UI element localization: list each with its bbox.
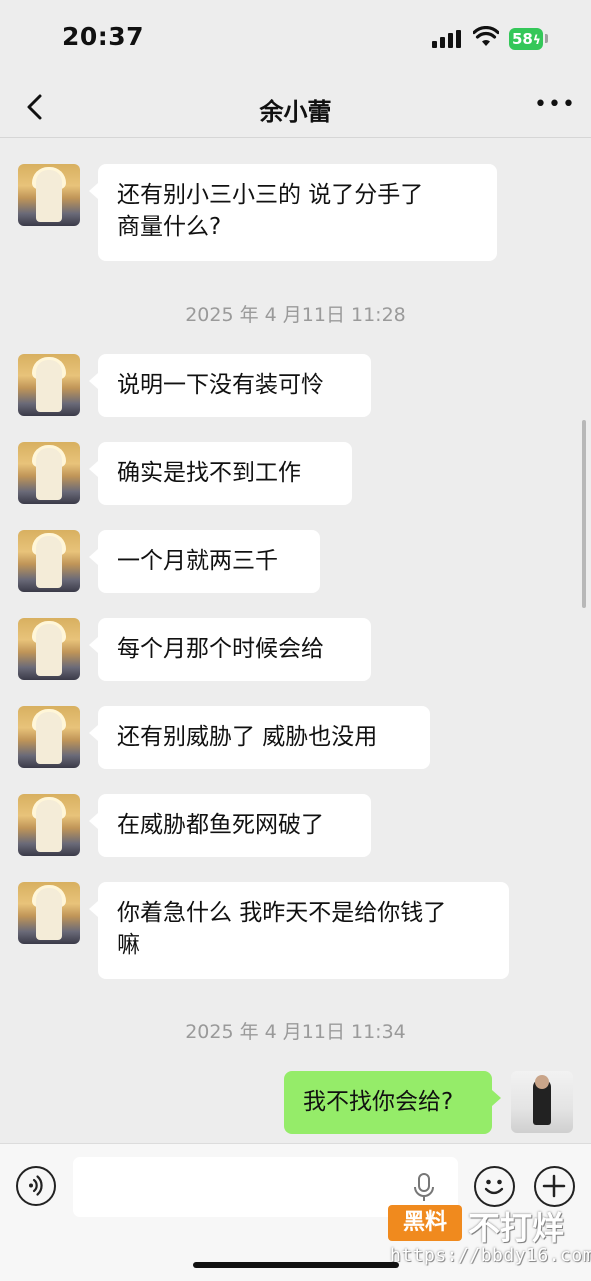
contact-avatar[interactable]: [18, 354, 80, 416]
watermark-url: https://bbdy16.com: [390, 1245, 591, 1266]
smiley-icon: [484, 1179, 504, 1195]
emoji-button[interactable]: [474, 1166, 515, 1207]
more-functions-button[interactable]: [534, 1166, 575, 1207]
contact-avatar[interactable]: [18, 882, 80, 944]
scrollbar[interactable]: [582, 420, 586, 608]
contact-avatar[interactable]: [18, 164, 80, 226]
message-bubble[interactable]: 还有别小三小三的 说了分手了 商量什么?: [89, 164, 497, 261]
contact-avatar[interactable]: [18, 530, 80, 592]
microphone-icon[interactable]: [412, 1172, 436, 1204]
message-bubble[interactable]: 你着急什么 我昨天不是给你钱了 嘛: [89, 882, 509, 979]
cellular-signal-icon: [432, 30, 462, 48]
message-bubble[interactable]: 在威胁都鱼死网破了: [89, 794, 371, 857]
status-bar: 20:37 58ϟ: [0, 0, 591, 80]
chat-header: 余小蕾 •••: [0, 80, 591, 138]
battery-level: 58: [512, 30, 533, 48]
message-bubble[interactable]: 确实是找不到工作: [89, 442, 352, 505]
my-message-bubble[interactable]: 我不找你会给?: [284, 1071, 501, 1134]
voice-icon: [29, 1175, 43, 1196]
chat-title: 余小蕾: [259, 98, 332, 126]
contact-avatar[interactable]: [18, 706, 80, 768]
home-indicator[interactable]: [193, 1262, 399, 1268]
clock: 20:37: [62, 22, 145, 51]
more-options-icon[interactable]: •••: [534, 92, 575, 122]
watermark: 黑料 不打烊 https://bbdy16.com: [388, 1203, 591, 1273]
battery-icon: 58ϟ: [509, 28, 543, 50]
plus-icon: [542, 1174, 566, 1198]
contact-avatar[interactable]: [18, 442, 80, 504]
message-bubble[interactable]: 还有别威胁了 威胁也没用: [89, 706, 430, 769]
contact-avatar[interactable]: [18, 794, 80, 856]
message-bubble[interactable]: 一个月就两三千: [89, 530, 320, 593]
message-timestamp: 2025 年 4 月11日 11:34: [185, 1021, 406, 1043]
watermark-badge: 黑料: [388, 1205, 462, 1241]
message-bubble[interactable]: 说明一下没有装可怜: [89, 354, 371, 417]
battery-tip: [545, 34, 548, 43]
message-timestamp: 2025 年 4 月11日 11:28: [185, 304, 406, 326]
watermark-text: 不打烊: [468, 1209, 565, 1247]
contact-avatar[interactable]: [18, 618, 80, 680]
voice-input-button[interactable]: [16, 1166, 56, 1206]
wifi-icon: [473, 26, 499, 46]
message-bubble[interactable]: 每个月那个时候会给: [89, 618, 371, 681]
my-avatar[interactable]: [511, 1071, 573, 1133]
